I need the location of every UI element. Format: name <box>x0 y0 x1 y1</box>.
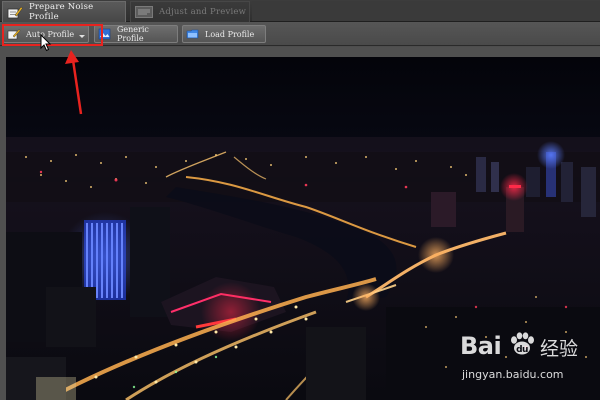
watermark-cn: 经验 <box>540 338 579 360</box>
waveform-icon <box>135 6 153 18</box>
chevron-down-icon[interactable] <box>79 35 85 38</box>
tab-prepare-noise-profile[interactable]: Prepare Noise Profile <box>2 1 126 22</box>
wand-icon <box>7 28 21 40</box>
paw-icon: du <box>501 332 535 360</box>
tab-label: Adjust and Preview <box>159 7 247 17</box>
tab-adjust-and-preview[interactable]: Adjust and Preview <box>130 1 250 22</box>
folder-icon <box>186 28 200 40</box>
tab-bar-filler <box>252 1 600 21</box>
profile-toolbar: Auto Profile Generic Profile Load Profil… <box>0 22 600 46</box>
tab-bar: Prepare Noise Profile Adjust and Preview <box>0 0 600 22</box>
watermark-url: jingyan.baidu.com <box>462 368 564 381</box>
watermark-brand: Bai <box>460 332 502 360</box>
watermark: Bai du 经验 jingyan.baidu.com <box>456 330 596 392</box>
load-profile-label: Load Profile <box>205 29 255 39</box>
svg-text:du: du <box>516 345 528 355</box>
noise-profile-app: Prepare Noise Profile Adjust and Preview <box>0 0 600 400</box>
generic-profile-button[interactable]: Generic Profile <box>94 25 178 43</box>
picture-icon <box>98 28 112 40</box>
generic-profile-label: Generic Profile <box>117 25 149 43</box>
load-profile-button[interactable]: Load Profile <box>182 25 266 43</box>
baidu-logo: Bai du <box>460 332 535 360</box>
mouse-cursor-icon <box>40 34 52 52</box>
tab-label: Prepare Noise Profile <box>29 2 94 22</box>
notebook-pencil-icon <box>7 6 23 19</box>
